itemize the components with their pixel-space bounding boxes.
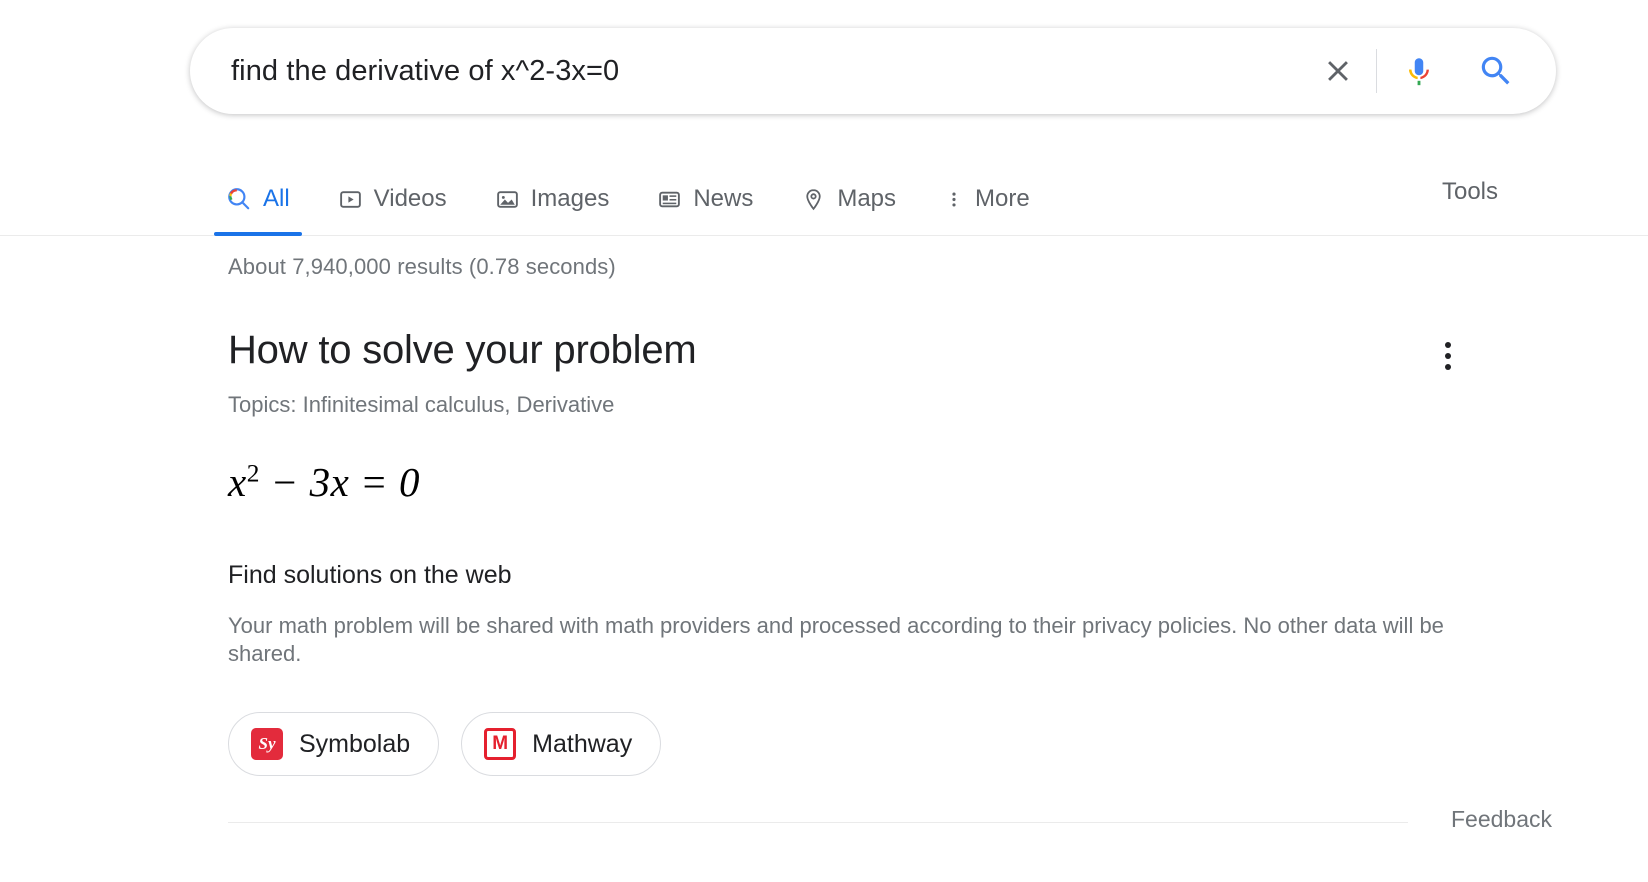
image-icon [495,169,520,212]
page-title: How to solve your problem [228,328,697,373]
more-vertical-icon [1445,342,1451,348]
search-bar-container [190,28,1556,114]
search-bar[interactable] [190,28,1556,114]
voice-search-button[interactable] [1393,45,1445,97]
tab-news[interactable]: News [657,160,753,220]
equation-base: x [228,459,247,505]
privacy-disclaimer: Your math problem will be shared with ma… [228,612,1478,668]
google-search-icon [226,168,252,212]
more-vertical-icon [944,169,964,212]
search-bar-divider [1376,49,1377,93]
equation-exponent: 2 [247,459,260,487]
more-vertical-icon-dot [1445,353,1451,359]
tools-button[interactable]: Tools [1442,160,1498,206]
equation-rest: − 3x = 0 [260,459,420,505]
result-stats: About 7,940,000 results (0.78 seconds) [228,236,1538,280]
search-nav-tabs: All Videos Images [226,160,1498,235]
search-results-content: About 7,940,000 results (0.78 seconds) H… [228,236,1538,776]
tab-news-label: News [693,169,753,211]
tab-all-label: All [263,169,290,211]
mathway-logo-icon: M [484,728,516,760]
footer-divider [228,822,1408,823]
symbolab-logo-icon: Sy [251,728,283,760]
search-icon [1477,52,1515,90]
video-icon [338,169,363,212]
provider-chip-symbolab-label: Symbolab [299,730,410,759]
result-options-button[interactable] [1428,336,1468,376]
map-pin-icon [801,169,826,212]
tab-maps[interactable]: Maps [801,160,896,220]
provider-chip-list: Sy Symbolab M Mathway [228,712,1538,776]
tab-more-label: More [975,169,1030,211]
answer-header-row: How to solve your problem [228,328,1538,376]
topics-line: Topics: Infinitesimal calculus, Derivati… [228,392,1538,418]
close-icon [1321,54,1355,88]
feedback-link[interactable]: Feedback [1451,806,1552,833]
math-equation: x2 − 3x = 0 [228,458,1538,506]
microphone-icon [1402,54,1436,88]
more-vertical-icon-dot [1445,364,1451,370]
search-submit-button[interactable] [1467,45,1525,97]
provider-chip-symbolab[interactable]: Sy Symbolab [228,712,439,776]
provider-chip-mathway-label: Mathway [532,730,632,759]
tab-maps-label: Maps [837,169,896,211]
tab-images-label: Images [531,169,610,211]
clear-search-button[interactable] [1312,45,1364,97]
section-heading: Find solutions on the web [228,561,1538,590]
news-icon [657,169,682,212]
search-nav-bar: All Videos Images [0,160,1648,236]
provider-chip-mathway[interactable]: M Mathway [461,712,661,776]
tab-videos[interactable]: Videos [338,160,447,220]
tab-videos-label: Videos [374,169,447,211]
tab-all[interactable]: All [226,160,290,220]
tab-more[interactable]: More [944,160,1030,220]
search-input[interactable] [229,48,1312,94]
tab-images[interactable]: Images [495,160,610,220]
